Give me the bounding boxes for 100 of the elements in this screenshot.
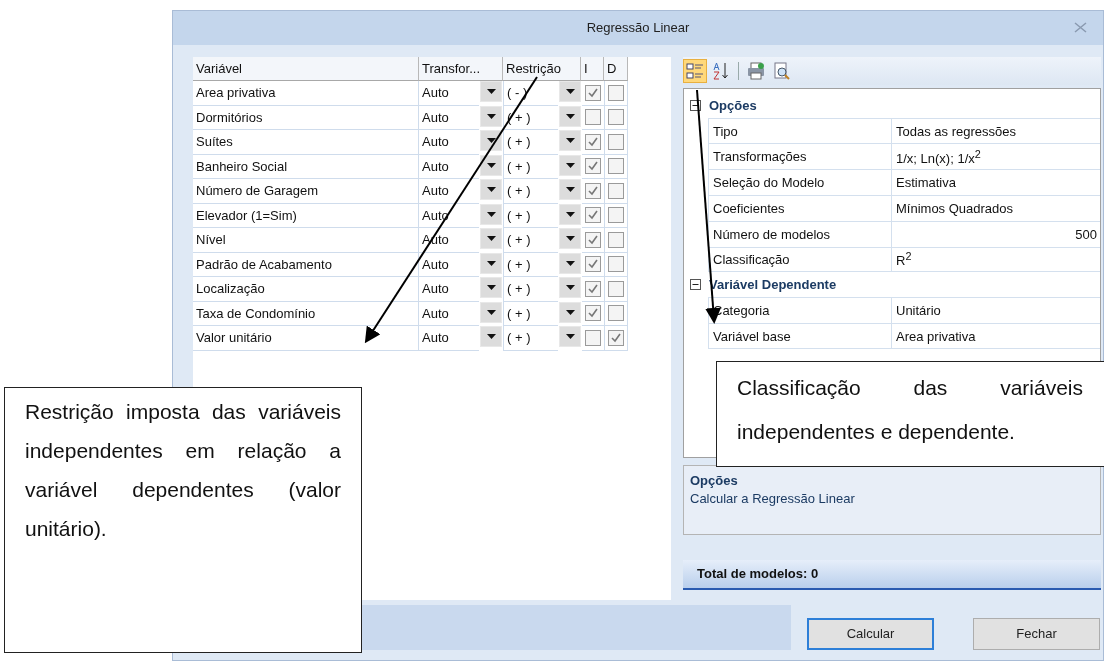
description-title: Opções: [690, 472, 739, 488]
property-name: Coeficientes: [708, 196, 892, 221]
column-header[interactable]: Restrição: [503, 56, 581, 82]
checkbox[interactable]: [585, 158, 601, 175]
dropdown-button[interactable]: [480, 301, 502, 323]
caret-icon: [565, 162, 575, 168]
column-header[interactable]: Transfor...: [419, 56, 503, 82]
caret-icon: [486, 162, 496, 168]
category-title[interactable]: Opções: [709, 97, 757, 113]
property-name: Classificação: [708, 247, 892, 272]
column-header[interactable]: I: [581, 56, 604, 82]
dropdown-button[interactable]: [480, 81, 502, 103]
checkbox[interactable]: [585, 133, 601, 150]
table-cell: Número de Garagem: [193, 179, 419, 204]
property-name: Transformações: [708, 144, 892, 170]
dropdown-button[interactable]: [559, 203, 581, 225]
caret-icon: [486, 211, 496, 217]
dropdown-button[interactable]: [559, 228, 581, 250]
checkbox[interactable]: [608, 305, 624, 322]
dialog-button[interactable]: Fechar: [973, 617, 1100, 650]
dropdown-button[interactable]: [559, 301, 581, 323]
property-value[interactable]: Unitário: [892, 298, 1100, 324]
property-value[interactable]: Estimativa: [892, 170, 1100, 195]
dropdown-button[interactable]: [559, 179, 581, 201]
dropdown-button[interactable]: [480, 179, 502, 201]
checkbox[interactable]: [585, 109, 601, 126]
callout-text: Restrição imposta das variáveis independentes em relação a variável dependentes (valor unitário).: [4, 387, 362, 653]
caret-icon: [565, 260, 575, 266]
caret-icon: [486, 334, 496, 340]
checkbox[interactable]: [608, 84, 624, 101]
caret-icon: [565, 211, 575, 217]
checkbox[interactable]: [608, 182, 624, 199]
dropdown-button[interactable]: [480, 277, 502, 299]
window-title: Regressão Linear: [586, 20, 690, 36]
checkbox[interactable]: [585, 305, 601, 322]
checkbox[interactable]: [608, 109, 624, 126]
checkbox[interactable]: [585, 84, 601, 101]
caret-icon: [565, 187, 575, 193]
caret-icon: [565, 334, 575, 340]
table-cell: ( + ): [503, 203, 558, 229]
dropdown-button[interactable]: [480, 105, 502, 127]
caret-icon: [565, 236, 575, 242]
sort-az-icon: [712, 61, 730, 80]
property-value[interactable]: Area privativa: [892, 324, 1100, 348]
table-cell: Area privativa: [193, 81, 419, 106]
collapse-icon[interactable]: [690, 279, 701, 291]
dropdown-button[interactable]: [559, 81, 581, 103]
checkbox[interactable]: [585, 256, 601, 273]
dropdown-button[interactable]: [480, 154, 502, 176]
table-cell: ( + ): [503, 326, 558, 351]
dropdown-button[interactable]: [559, 154, 581, 176]
table-cell: ( + ): [503, 154, 558, 180]
table-cell: Localização: [193, 277, 419, 302]
table-cell: Suítes: [193, 130, 419, 155]
property-value[interactable]: 1/x; Ln(x); 1/x$^{2}$: [892, 144, 1100, 170]
checkbox[interactable]: [608, 329, 624, 346]
property-value[interactable]: Todas as regressões: [892, 118, 1100, 144]
property-name: Variável base: [708, 324, 892, 348]
dropdown-button[interactable]: [559, 105, 581, 127]
dropdown-button[interactable]: [480, 252, 502, 274]
dialog-button[interactable]: Calcular: [807, 617, 934, 650]
dropdown-button[interactable]: [480, 228, 502, 250]
caret-icon: [486, 236, 496, 242]
checkbox[interactable]: [608, 256, 624, 273]
checkbox[interactable]: [585, 329, 601, 346]
checkbox[interactable]: [585, 182, 601, 199]
checkbox[interactable]: [608, 280, 624, 297]
checkbox[interactable]: [608, 207, 624, 224]
column-header[interactable]: Variável: [193, 56, 419, 82]
caret-icon: [565, 309, 575, 315]
table-cell: ( + ): [503, 301, 558, 327]
checkbox[interactable]: [608, 133, 624, 150]
dropdown-button[interactable]: [559, 130, 581, 152]
column-header[interactable]: D: [604, 56, 628, 82]
table-cell: ( + ): [503, 277, 558, 302]
dropdown-button[interactable]: [480, 326, 502, 348]
checkbox[interactable]: [585, 207, 601, 224]
table-cell: Padrão de Acabamento: [193, 252, 419, 278]
print-preview-icon: [773, 61, 791, 80]
property-value[interactable]: Mínimos Quadrados: [892, 196, 1100, 221]
caret-icon: [565, 285, 575, 291]
dropdown-button[interactable]: [480, 130, 502, 152]
toolbar-button[interactable]: [683, 58, 707, 83]
dropdown-button[interactable]: [559, 277, 581, 299]
callout-text: Classificação das variáveis independentes e dependente.: [716, 361, 1104, 467]
property-value[interactable]: 500: [892, 221, 1100, 247]
table-cell: Nível: [193, 228, 419, 253]
checkbox[interactable]: [585, 280, 601, 297]
property-name: Número de modelos: [708, 221, 892, 247]
property-name: Tipo: [708, 118, 892, 144]
property-value[interactable]: R$^{2}$: [892, 247, 1100, 272]
collapse-icon[interactable]: [690, 99, 701, 111]
caret-icon: [565, 138, 575, 144]
caret-icon: [486, 89, 496, 95]
checkbox[interactable]: [608, 158, 624, 175]
dropdown-button[interactable]: [559, 326, 581, 348]
dropdown-button[interactable]: [559, 252, 581, 274]
checkbox[interactable]: [585, 231, 601, 248]
checkbox[interactable]: [608, 231, 624, 248]
dropdown-button[interactable]: [480, 203, 502, 225]
